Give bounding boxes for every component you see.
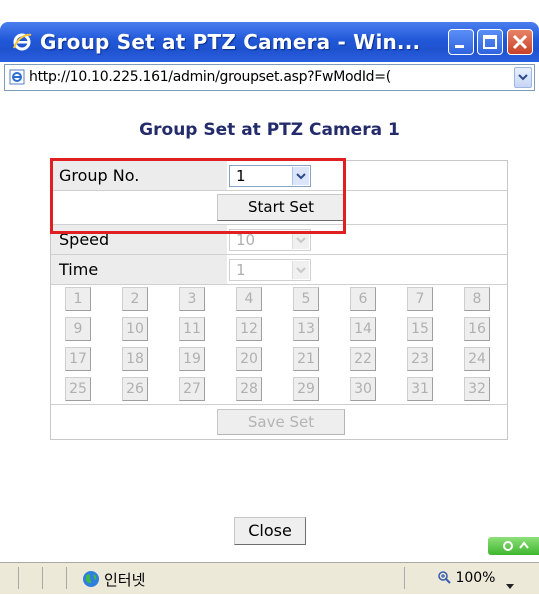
preset-button[interactable]: 21 [293,347,319,371]
preset-button[interactable]: 25 [65,377,91,401]
preset-button[interactable]: 19 [179,347,205,371]
preset-button[interactable]: 32 [464,377,490,401]
preset-button[interactable]: 31 [407,377,433,401]
preset-button[interactable]: 7 [407,287,433,311]
close-window-button[interactable] [507,29,533,55]
security-zone-text: 인터넷 [104,571,146,589]
page-heading: Group Set at PTZ Camera 1 [139,120,400,140]
chevron-down-icon[interactable] [292,261,309,279]
preset-button[interactable]: 26 [122,377,148,401]
start-set-row: Start Set [51,191,507,225]
zoom-value: 100% [455,570,496,586]
window-title: Group Set at PTZ Camera - Win... [40,30,421,54]
save-set-row: Save Set [51,405,507,439]
group-no-row: Group No. 1 [51,161,507,191]
group-no-label: Group No. [51,161,227,190]
preset-button[interactable]: 28 [236,377,262,401]
toolbar-toggle-tab[interactable] [488,537,539,555]
preset-button[interactable]: 13 [293,317,319,341]
speed-value: 10 [236,231,256,249]
maximize-button[interactable] [477,29,503,55]
preset-button[interactable]: 5 [293,287,319,311]
preset-button[interactable]: 18 [122,347,148,371]
page-icon [9,69,25,85]
minimize-button[interactable] [448,29,474,55]
close-button[interactable]: Close [234,517,306,545]
zoom-level[interactable]: 100% [437,570,495,586]
status-divider [404,567,405,589]
globe-icon [82,570,100,588]
preset-button[interactable]: 2 [122,287,148,311]
ie-icon [12,32,32,52]
time-row: Time 1 [51,255,507,285]
url-text: http://10.10.225.161/admin/groupset.asp?… [29,69,391,85]
status-bar: 인터넷 100% [0,562,539,594]
save-set-button[interactable]: Save Set [217,409,345,435]
chevron-down-icon[interactable] [292,231,309,249]
time-select[interactable]: 1 [229,259,311,281]
preset-button[interactable]: 1 [65,287,91,311]
preset-button[interactable]: 17 [65,347,91,371]
preset-button[interactable]: 4 [236,287,262,311]
group-set-panel: Group No. 1 Start Set Speed 10 Time 1 1 … [50,160,508,440]
preset-button[interactable]: 6 [350,287,376,311]
group-no-select[interactable]: 1 [229,165,311,187]
speed-select[interactable]: 10 [229,229,311,251]
preset-button[interactable]: 11 [179,317,205,341]
title-bar[interactable]: Group Set at PTZ Camera - Win... [0,22,539,62]
preset-button[interactable]: 8 [464,287,490,311]
preset-grid: 1 2 3 4 5 6 7 8 9 10 11 12 13 14 15 16 17 18 19 20 21 22 23 24 2… [51,285,507,405]
page-heading-wrap: Group Set at PTZ Camera 1 [0,120,539,140]
preset-button[interactable]: 30 [350,377,376,401]
preset-button[interactable]: 24 [464,347,490,371]
preset-button[interactable]: 10 [122,317,148,341]
status-divider [66,567,67,589]
group-no-value: 1 [236,167,246,185]
status-divider [18,567,19,589]
start-set-button[interactable]: Start Set [217,194,345,221]
time-value: 1 [236,261,246,279]
preset-button[interactable]: 12 [236,317,262,341]
speed-row: Speed 10 [51,225,507,255]
preset-button[interactable]: 22 [350,347,376,371]
zoom-dropdown-icon[interactable] [505,576,515,595]
zoom-icon [438,571,451,584]
preset-button[interactable]: 9 [65,317,91,341]
speed-label: Speed [51,225,227,254]
preset-button[interactable]: 16 [464,317,490,341]
preset-button[interactable]: 29 [293,377,319,401]
status-divider [42,567,43,589]
preset-button[interactable]: 15 [407,317,433,341]
preset-button[interactable]: 14 [350,317,376,341]
preset-button[interactable]: 3 [179,287,205,311]
chevron-down-icon[interactable] [292,167,309,185]
address-dropdown-button[interactable] [514,67,532,88]
preset-button[interactable]: 23 [407,347,433,371]
preset-button[interactable]: 27 [179,377,205,401]
preset-button[interactable]: 20 [236,347,262,371]
time-label: Time [51,255,227,284]
popup-window: Group Set at PTZ Camera - Win... http://… [0,0,539,594]
address-bar[interactable]: http://10.10.225.161/admin/groupset.asp?… [4,64,535,91]
